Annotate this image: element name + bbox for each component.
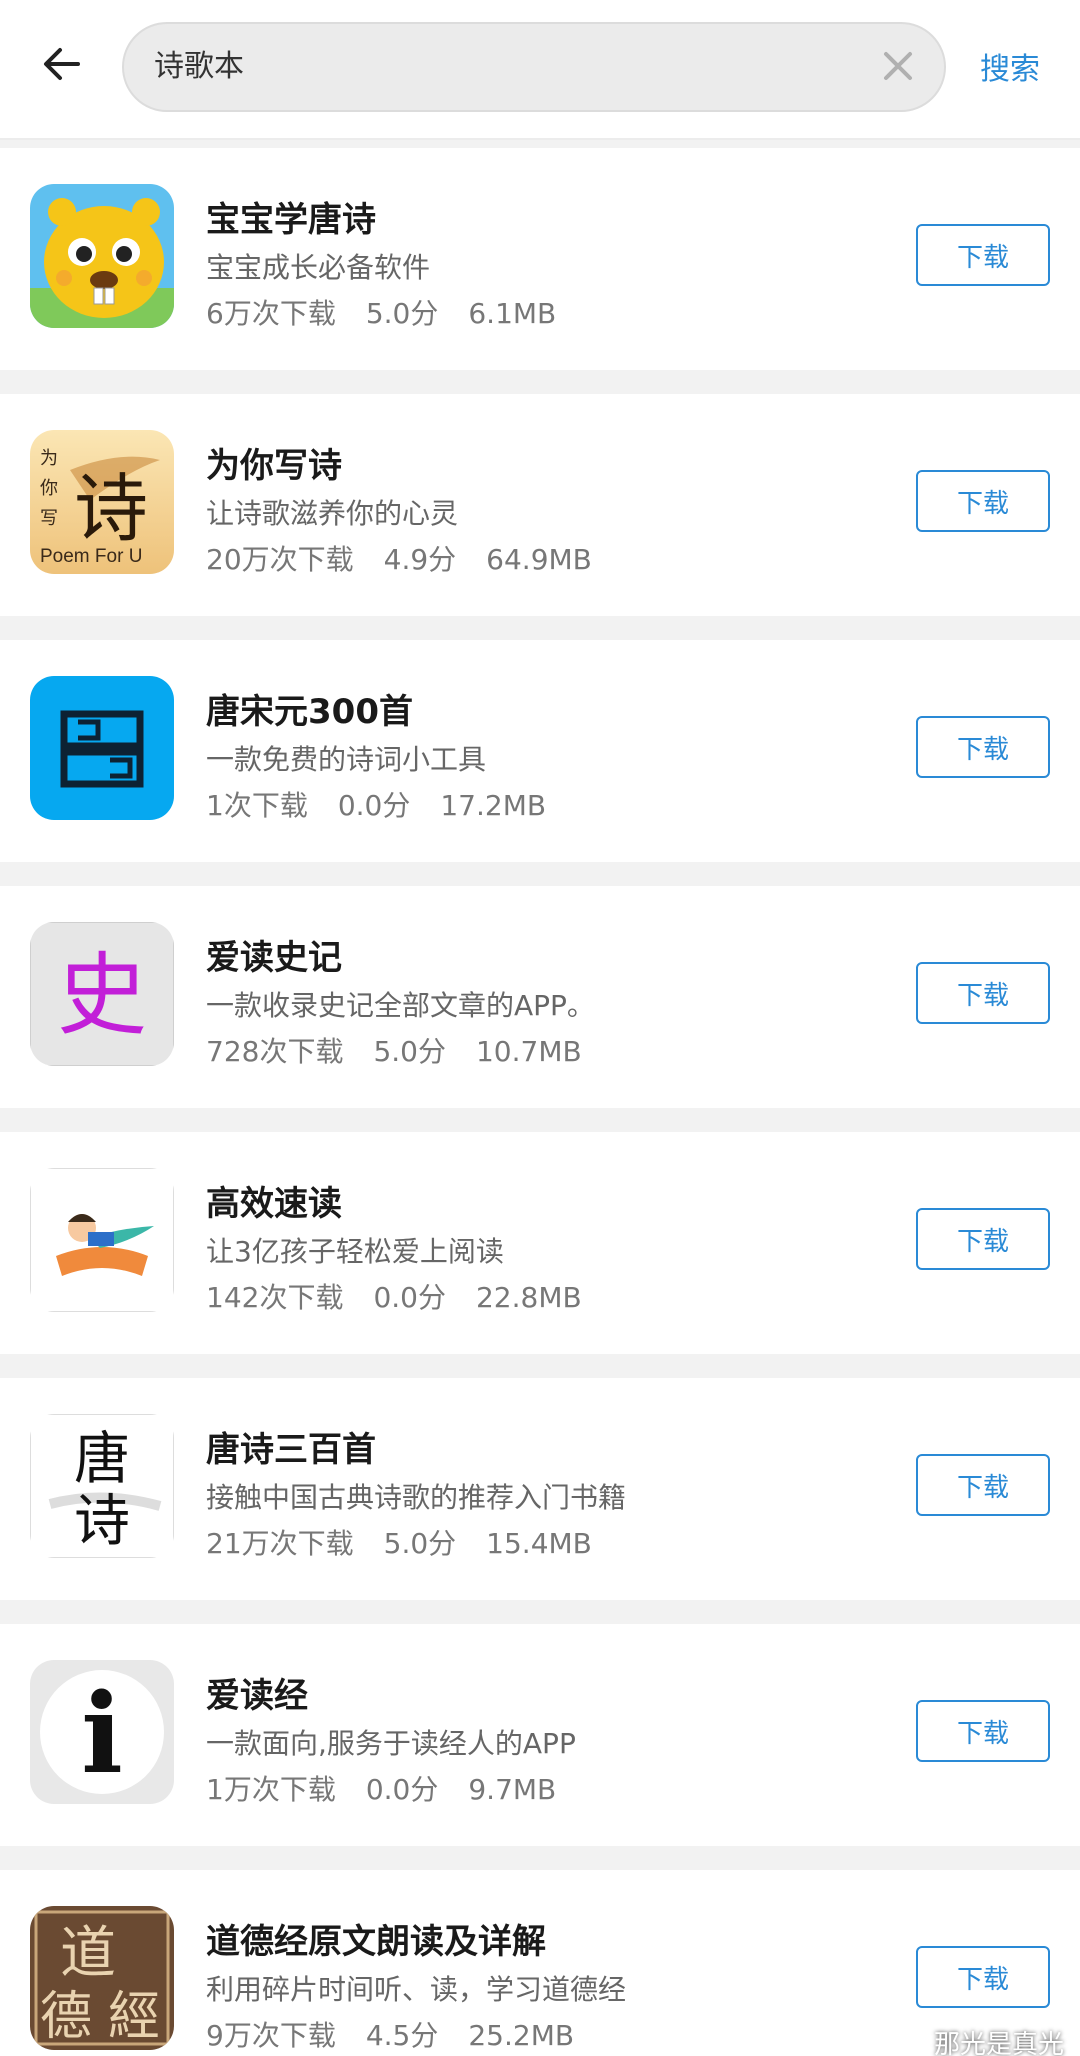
svg-text:德: 德 (40, 1987, 92, 2047)
svg-text:史: 史 (57, 943, 147, 1048)
file-size: 22.8MB (475, 1281, 582, 1314)
download-button[interactable]: 下载 (916, 1946, 1050, 2008)
watermark: 那光是真光 (892, 2024, 1064, 2056)
app-description: 一款收录史记全部文章的APP。 (206, 989, 595, 1022)
list-item[interactable]: 宝宝学唐诗 宝宝成长必备软件 6万次下载 5.0分 6.1MB 下载 (0, 148, 1080, 370)
top-bar: 搜索 (0, 0, 1080, 140)
svg-text:诗: 诗 (74, 1489, 130, 1554)
app-description: 利用碎片时间听、读，学习道德经 (206, 1973, 627, 2006)
list-item[interactable]: 唐宋元300首 一款免费的诗词小工具 1次下载 0.0分 17.2MB 下载 (0, 640, 1080, 862)
clear-icon[interactable] (878, 46, 918, 86)
search-button[interactable]: 搜索 (980, 44, 1040, 88)
app-name: 为你写诗 (206, 446, 342, 486)
download-button[interactable]: 下载 (916, 1208, 1050, 1270)
rating: 0.0分 (365, 1773, 439, 1806)
file-size: 25.2MB (468, 2019, 575, 2052)
rating: 0.0分 (337, 789, 411, 822)
search-input[interactable] (154, 24, 854, 110)
download-count: 728次下载 (206, 1035, 344, 1068)
app-list: 宝宝学唐诗 宝宝成长必备软件 6万次下载 5.0分 6.1MB 下载 为 你 写 诗… (0, 148, 1080, 2056)
app-name: 唐诗三百首 (206, 1430, 376, 1470)
app-meta: 21万次下载 5.0分 15.4MB (206, 1522, 592, 1562)
app-meta: 9万次下载 4.5分 25.2MB (206, 2014, 574, 2054)
list-item[interactable]: 高效速读 让3亿孩子轻松爱上阅读 142次下载 0.0分 22.8MB 下载 (0, 1132, 1080, 1354)
svg-text:Poem For U: Poem For U (40, 546, 142, 567)
app-name: 道德经原文朗读及详解 (206, 1922, 546, 1962)
app-description: 接触中国古典诗歌的推荐入门书籍 (206, 1481, 627, 1514)
beaver-cartoon-icon (30, 184, 174, 328)
download-button[interactable]: 下载 (916, 224, 1050, 286)
child-reading-icon (30, 1168, 174, 1312)
download-button[interactable]: 下载 (916, 470, 1050, 532)
svg-text:诗: 诗 (74, 466, 148, 552)
download-count: 1次下载 (206, 789, 308, 822)
app-description: 宝宝成长必备软件 (206, 251, 431, 284)
file-size: 6.1MB (468, 297, 557, 330)
download-button[interactable]: 下载 (916, 716, 1050, 778)
app-meta: 1万次下载 0.0分 9.7MB (206, 1768, 556, 1808)
back-arrow-icon[interactable] (38, 40, 86, 88)
download-button[interactable]: 下载 (916, 1454, 1050, 1516)
list-item[interactable]: 唐 诗 唐诗三百首 接触中国古典诗歌的推荐入门书籍 21万次下载 5.0分 15.4… (0, 1378, 1080, 1600)
download-button[interactable]: 下载 (916, 1700, 1050, 1762)
rating: 4.5分 (365, 2019, 439, 2052)
download-count: 20万次下载 (206, 543, 354, 576)
wechat-icon (892, 2030, 925, 2054)
tangshi-calligraphy-icon: 唐 诗 (30, 1414, 174, 1558)
rating: 5.0分 (383, 1527, 457, 1560)
svg-text:写: 写 (40, 508, 58, 529)
svg-text:道: 道 (60, 1921, 116, 1986)
download-count: 9万次下载 (206, 2019, 336, 2052)
app-name: 爱读经 (206, 1676, 308, 1716)
app-name: 高效速读 (206, 1184, 342, 1224)
app-meta: 728次下载 5.0分 10.7MB (206, 1030, 582, 1070)
rating: 5.0分 (365, 297, 439, 330)
book-stack-icon (30, 676, 174, 820)
svg-text:經: 經 (108, 1987, 160, 2047)
poem-calligraphy-icon: 为 你 写 诗 Poem For U (30, 430, 174, 574)
file-size: 17.2MB (440, 789, 547, 822)
app-meta: 142次下载 0.0分 22.8MB (206, 1276, 582, 1316)
download-count: 142次下载 (206, 1281, 344, 1314)
list-item[interactable]: i 爱读经 一款面向,服务于读经人的APP 1万次下载 0.0分 9.7MB 下载 (0, 1624, 1080, 1846)
list-item[interactable]: 为 你 写 诗 Poem For U 为你写诗 让诗歌滋养你的心灵 20万次下载… (0, 394, 1080, 616)
svg-text:为: 为 (40, 448, 58, 469)
svg-text:i: i (81, 1669, 123, 1798)
app-meta: 6万次下载 5.0分 6.1MB (206, 292, 556, 332)
svg-text:唐: 唐 (74, 1427, 130, 1492)
letter-i-icon: i (30, 1660, 174, 1804)
watermark-text: 那光是真光 (933, 2030, 1064, 2056)
download-button[interactable]: 下载 (916, 962, 1050, 1024)
rating: 4.9分 (383, 543, 457, 576)
download-count: 6万次下载 (206, 297, 336, 330)
app-description: 让诗歌滋养你的心灵 (206, 497, 459, 530)
app-name: 宝宝学唐诗 (206, 200, 376, 240)
app-name: 爱读史记 (206, 938, 342, 978)
file-size: 10.7MB (475, 1035, 582, 1068)
file-size: 64.9MB (486, 543, 592, 576)
app-description: 一款免费的诗词小工具 (206, 743, 487, 776)
file-size: 15.4MB (486, 1527, 592, 1560)
shi-character-icon: 史 (30, 922, 174, 1066)
daodejing-seal-icon: 道 德 經 (30, 1906, 174, 2050)
app-description: 一款面向,服务于读经人的APP (206, 1727, 576, 1760)
file-size: 9.7MB (468, 1773, 557, 1806)
app-meta: 20万次下载 4.9分 64.9MB (206, 538, 592, 578)
app-meta: 1次下载 0.0分 17.2MB (206, 784, 546, 824)
download-count: 1万次下载 (206, 1773, 336, 1806)
svg-text:你: 你 (40, 478, 58, 499)
rating: 0.0分 (373, 1281, 446, 1314)
app-description: 让3亿孩子轻松爱上阅读 (206, 1235, 504, 1268)
search-box (122, 22, 946, 112)
rating: 5.0分 (373, 1035, 446, 1068)
app-name: 唐宋元300首 (206, 692, 413, 732)
download-count: 21万次下载 (206, 1527, 354, 1560)
list-item[interactable]: 史 爱读史记 一款收录史记全部文章的APP。 728次下载 5.0分 10.7MB … (0, 886, 1080, 1108)
